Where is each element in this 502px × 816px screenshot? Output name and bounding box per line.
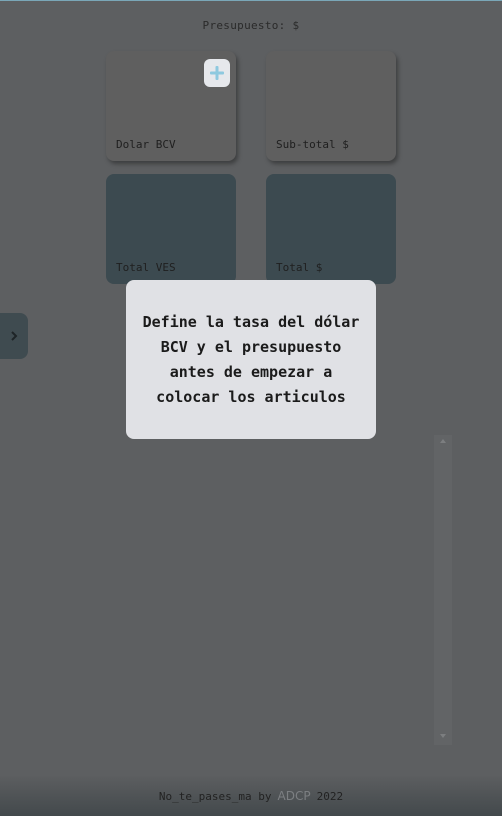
card-total-ves: Total VES xyxy=(106,174,236,284)
card-label: Dolar BCV xyxy=(116,138,176,151)
footer-by: by xyxy=(258,789,272,803)
card-dolar-bcv[interactable]: Dolar BCV xyxy=(106,51,236,161)
footer-brand-logo: ADCP xyxy=(277,789,311,803)
scroll-up-arrow-icon[interactable] xyxy=(440,439,446,443)
info-dialog: Define la tasa del dólar BCV y el presup… xyxy=(126,280,376,439)
footer: No_te_pases_ma by ADCP 2022 xyxy=(0,776,502,816)
scrollbar[interactable] xyxy=(434,435,452,745)
card-label: Total $ xyxy=(276,261,323,274)
card-total-usd: Total $ xyxy=(266,174,396,284)
plus-icon xyxy=(210,66,224,80)
card-label: Sub-total $ xyxy=(276,138,349,151)
budget-label: Presupuesto: $ xyxy=(202,19,300,32)
scroll-down-arrow-icon[interactable] xyxy=(440,734,446,738)
chevron-right-icon xyxy=(11,331,18,341)
card-label: Total VES xyxy=(116,261,176,274)
footer-year: 2022 xyxy=(316,789,344,803)
card-subtotal: Sub-total $ xyxy=(266,51,396,161)
footer-author: No_te_pases_ma xyxy=(158,789,252,803)
side-menu-toggle[interactable] xyxy=(0,313,28,359)
add-rate-button[interactable] xyxy=(204,59,230,87)
dialog-message: Define la tasa del dólar BCV y el presup… xyxy=(142,312,360,406)
